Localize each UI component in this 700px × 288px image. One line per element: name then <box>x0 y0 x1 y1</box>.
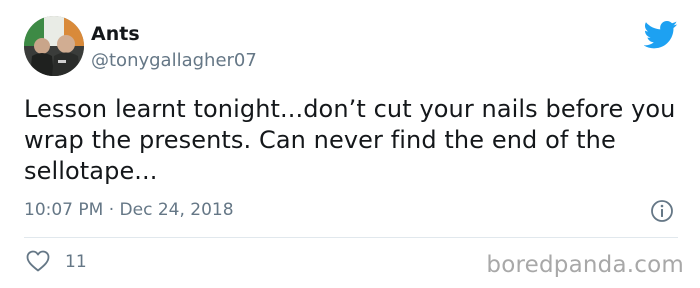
avatar[interactable] <box>24 16 84 76</box>
twitter-bird-icon[interactable] <box>643 20 678 50</box>
like-count: 11 <box>65 252 87 272</box>
heart-icon[interactable] <box>26 250 50 272</box>
divider <box>24 237 678 238</box>
tweet-text: Lesson learnt tonight...don’t cut your n… <box>24 95 676 185</box>
user-handle[interactable]: @tonygallagher07 <box>91 49 257 73</box>
tweet-timestamp[interactable]: 10:07 PM · Dec 24, 2018 <box>24 199 234 221</box>
profile-photo <box>24 16 84 76</box>
watermark: boredpanda.com <box>486 252 684 278</box>
info-icon[interactable] <box>650 199 674 223</box>
display-name[interactable]: Ants <box>91 22 140 46</box>
